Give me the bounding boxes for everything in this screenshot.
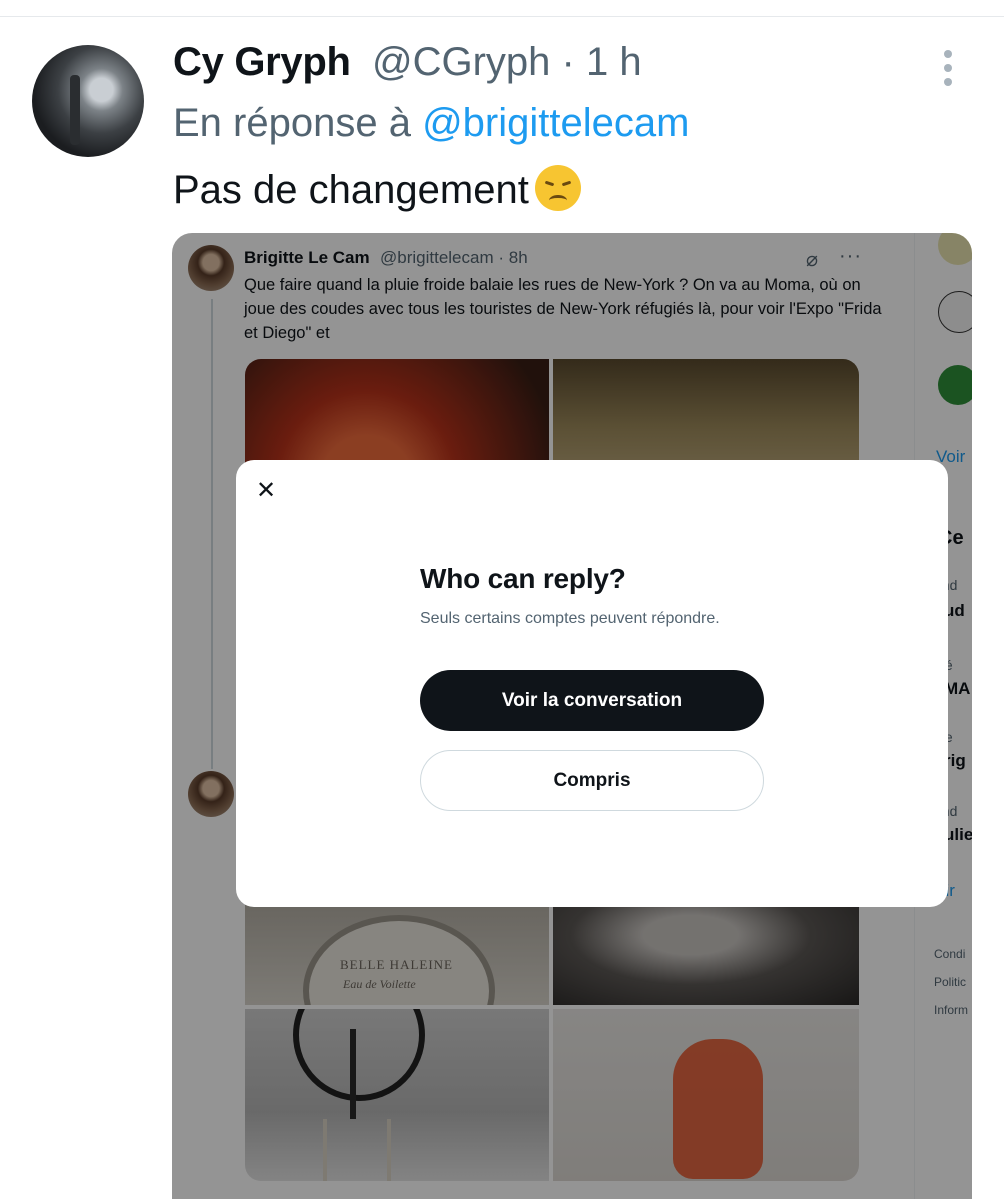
- author-name[interactable]: Cy Gryph: [173, 40, 351, 85]
- author-handle-time[interactable]: @CGryph · 1 h: [372, 40, 642, 85]
- dialog-subtitle: Seuls certains comptes peuvent répondre.: [420, 610, 720, 627]
- top-divider: [0, 16, 1004, 17]
- timestamp[interactable]: 1 h: [586, 40, 642, 84]
- vertical-ellipsis-icon[interactable]: [938, 50, 958, 90]
- view-conversation-button[interactable]: Voir la conversation: [420, 670, 764, 731]
- reply-mention-link[interactable]: @brigittelecam: [422, 101, 689, 145]
- tweet-body: Pas de changement: [173, 168, 529, 212]
- who-can-reply-dialog: ✕ Who can reply? Seuls certains comptes …: [236, 460, 948, 907]
- tweet-text: Pas de changement: [173, 165, 581, 213]
- got-it-button[interactable]: Compris: [420, 750, 764, 811]
- reply-prefix: En réponse à: [173, 101, 411, 145]
- dialog-title: Who can reply?: [420, 563, 626, 594]
- author-handle[interactable]: @CGryph: [372, 40, 550, 84]
- close-icon[interactable]: ✕: [254, 479, 278, 503]
- separator: ·: [561, 40, 575, 84]
- disappointed-face-emoji-icon: [534, 165, 581, 211]
- avatar[interactable]: [32, 45, 144, 157]
- reply-context: En réponse à @brigittelecam: [173, 101, 689, 146]
